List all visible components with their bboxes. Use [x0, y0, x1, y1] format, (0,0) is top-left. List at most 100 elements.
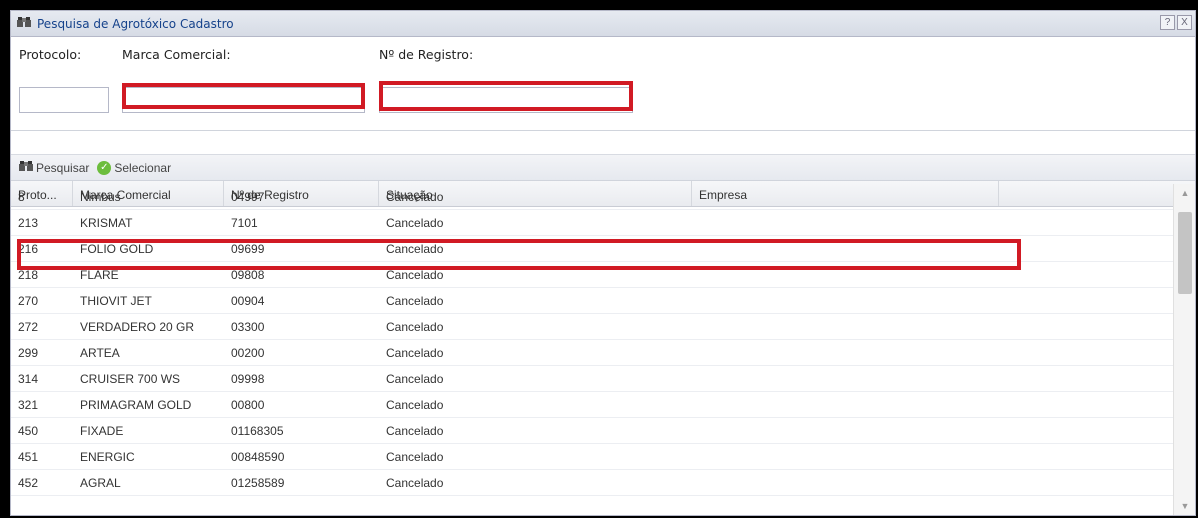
cell-protocolo: 8 [18, 190, 25, 204]
help-button[interactable]: ? [1160, 15, 1175, 30]
table-row[interactable]: 452 AGRAL 01258589 Cancelado [11, 470, 1173, 496]
table-row[interactable]: 299 ARTEA 00200 Cancelado [11, 340, 1173, 366]
registro-input[interactable] [379, 87, 633, 113]
grid-toolbar: Pesquisar ✓ Selecionar [11, 155, 1195, 181]
cell-protocolo: 216 [18, 242, 39, 256]
table-row[interactable]: 450 FIXADE 01168305 Cancelado [11, 418, 1173, 444]
cell-empresa [692, 288, 999, 313]
cell-extra [999, 340, 1173, 365]
cell-protocolo: 452 [18, 476, 39, 490]
cell-protocolo: 213 [18, 216, 39, 230]
window-title: Pesquisa de Agrotóxico Cadastro [37, 16, 234, 31]
cell-extra [999, 262, 1173, 287]
table-row[interactable]: 270 THIOVIT JET 00904 Cancelado [11, 288, 1173, 314]
cell-situacao: Cancelado [386, 346, 444, 360]
cell-empresa [692, 314, 999, 339]
cell-marca: THIOVIT JET [80, 294, 152, 308]
table-row[interactable]: 451 ENERGIC 00848590 Cancelado [11, 444, 1173, 470]
cell-situacao: Cancelado [386, 268, 444, 282]
binoculars-icon [19, 160, 33, 175]
cell-marca: PRIMAGRAM GOLD [80, 398, 192, 412]
search-form: Protocolo: Marca Comercial: Nº de Regist… [11, 37, 1195, 131]
registro-label: Nº de Registro: [379, 47, 474, 62]
cell-empresa [692, 418, 999, 443]
vertical-scrollbar[interactable]: ▲ ▼ [1173, 184, 1195, 515]
cell-registro: 00200 [231, 346, 265, 360]
scroll-up-icon[interactable]: ▲ [1174, 184, 1195, 202]
cell-empresa [692, 262, 999, 287]
cell-registro: 7101 [231, 216, 258, 230]
cell-registro: 01258589 [231, 476, 285, 490]
window-titlebar: Pesquisa de Agrotóxico Cadastro ? X [11, 11, 1195, 37]
table-row[interactable]: 272 VERDADERO 20 GR 03300 Cancelado [11, 314, 1173, 340]
cell-registro: 09808 [231, 268, 265, 282]
cell-extra [999, 184, 1173, 209]
cell-empresa [692, 470, 999, 495]
cell-registro: 04997 [231, 190, 265, 204]
cell-empresa [692, 366, 999, 391]
table-row[interactable]: 213 KRISMAT 7101 Cancelado [11, 210, 1173, 236]
cell-situacao: Cancelado [386, 216, 444, 230]
cell-extra [999, 418, 1173, 443]
cell-protocolo: 321 [18, 398, 39, 412]
cell-extra [999, 236, 1173, 261]
cell-registro: 09699 [231, 242, 265, 256]
search-button-label: Pesquisar [36, 160, 90, 175]
cell-empresa [692, 184, 999, 209]
cell-empresa [692, 236, 999, 261]
table-row[interactable]: 314 CRUISER 700 WS 09998 Cancelado [11, 366, 1173, 392]
cell-protocolo: 314 [18, 372, 39, 386]
cell-protocolo: 272 [18, 320, 39, 334]
cell-marca: Nimbus [80, 190, 121, 204]
check-circle-icon: ✓ [97, 160, 112, 175]
binoculars-icon [17, 16, 31, 31]
cell-extra [999, 314, 1173, 339]
grid-body: 8 Nimbus 04997 Cancelado 213 KRISMAT 7101 Cance… [11, 184, 1173, 496]
cell-situacao: Cancelado [386, 424, 444, 438]
cell-empresa [692, 444, 999, 469]
cell-empresa [692, 392, 999, 417]
cell-situacao: Cancelado [386, 320, 444, 334]
cell-situacao: Cancelado [386, 398, 444, 412]
table-row[interactable]: 321 PRIMAGRAM GOLD 00800 Cancelado [11, 392, 1173, 418]
cell-marca: VERDADERO 20 GR [80, 320, 195, 334]
form-spacer [11, 131, 1195, 155]
cell-empresa [692, 210, 999, 235]
search-button[interactable]: Pesquisar [19, 160, 89, 175]
cell-empresa [692, 340, 999, 365]
table-row[interactable]: 218 FLARE 09808 Cancelado [11, 262, 1173, 288]
cell-extra [999, 392, 1173, 417]
close-button[interactable]: X [1177, 15, 1192, 30]
cell-extra [999, 470, 1173, 495]
cell-registro: 03300 [231, 320, 265, 334]
cell-marca: ARTEA [80, 346, 120, 360]
cell-situacao: Cancelado [386, 450, 444, 464]
marca-input[interactable] [122, 87, 365, 113]
cell-protocolo: 270 [18, 294, 39, 308]
cell-protocolo: 450 [18, 424, 39, 438]
cell-protocolo: 299 [18, 346, 39, 360]
cell-registro: 09998 [231, 372, 265, 386]
cell-situacao: Cancelado [386, 476, 444, 490]
cell-registro: 01168305 [231, 424, 284, 438]
cell-marca: ENERGIC [80, 450, 135, 464]
scroll-thumb[interactable] [1178, 212, 1192, 294]
select-button[interactable]: ✓ Selecionar [97, 160, 172, 175]
search-window: Pesquisa de Agrotóxico Cadastro ? X Prot… [10, 10, 1196, 516]
protocolo-input[interactable] [19, 87, 109, 113]
cell-marca: FOLIO GOLD [80, 242, 154, 256]
select-button-label: Selecionar [114, 160, 172, 175]
cell-registro: 00848590 [231, 450, 285, 464]
cell-registro: 00800 [231, 398, 265, 412]
cell-extra [999, 444, 1173, 469]
cell-extra [999, 366, 1173, 391]
table-row[interactable]: 8 Nimbus 04997 Cancelado [11, 184, 1173, 210]
cell-situacao: Cancelado [386, 242, 444, 256]
scroll-down-icon[interactable]: ▼ [1174, 497, 1195, 515]
cell-marca: AGRAL [80, 476, 121, 490]
cell-extra [999, 210, 1173, 235]
cell-extra [999, 288, 1173, 313]
cell-marca: KRISMAT [80, 216, 133, 230]
table-row[interactable]: 216 FOLIO GOLD 09699 Cancelado [11, 236, 1173, 262]
cell-situacao: Cancelado [386, 372, 444, 386]
